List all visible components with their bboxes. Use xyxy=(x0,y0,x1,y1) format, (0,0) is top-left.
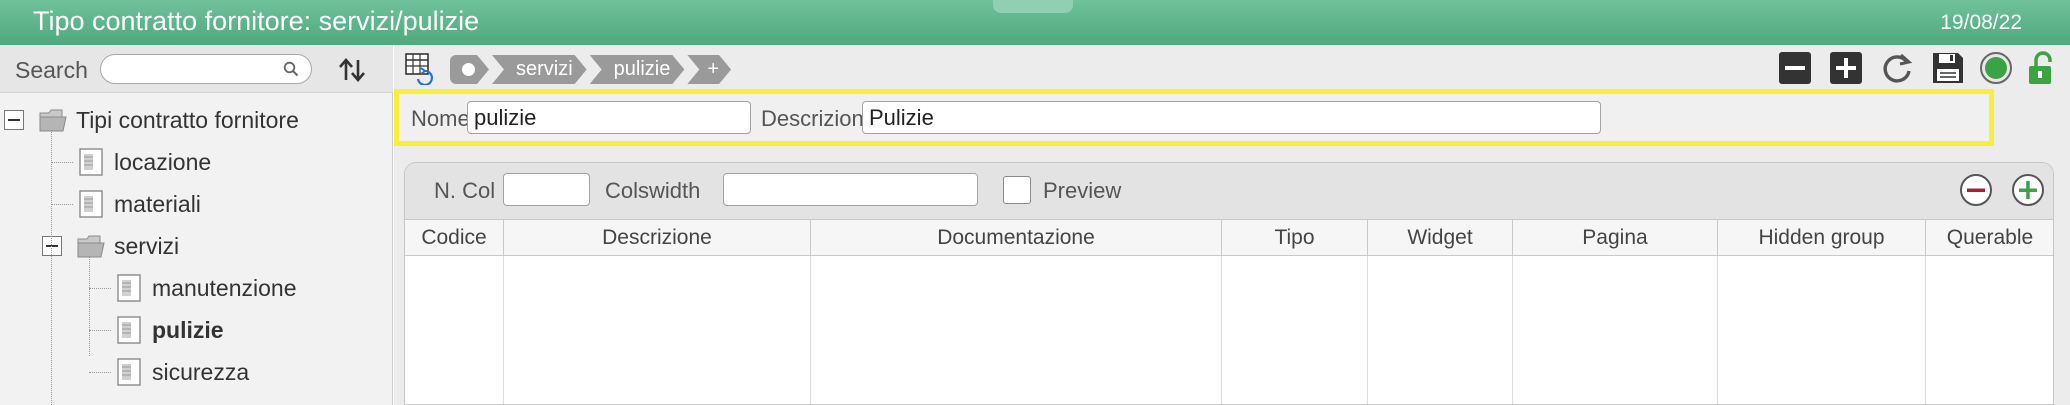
tree-connector xyxy=(89,256,90,356)
tree-node[interactable]: materiali xyxy=(114,187,201,221)
tree-node-label: sicurezza xyxy=(152,358,250,385)
tree-connector xyxy=(51,162,73,163)
tree-node[interactable]: servizi xyxy=(114,229,179,263)
save-icon[interactable] xyxy=(1931,51,1965,85)
minus-square-icon[interactable] xyxy=(1778,51,1812,85)
document-icon xyxy=(117,274,141,302)
unlock-icon[interactable] xyxy=(2024,51,2058,85)
plus-square-icon[interactable] xyxy=(1829,51,1863,85)
grid-header: N. Col Colswidth Preview xyxy=(405,163,2053,220)
column-cell-area xyxy=(1368,256,1513,404)
root-dot-icon xyxy=(462,63,475,76)
column-cell-area xyxy=(1222,256,1368,404)
tree-node-label: materiali xyxy=(114,190,201,217)
column-header[interactable]: Descrizione xyxy=(504,220,811,256)
tree-view: Tipi contratto fornitore locazione materia… xyxy=(0,93,393,405)
app-window: Tipo contratto fornitore: servizi/pulizi… xyxy=(0,0,2070,405)
nome-label: Nome xyxy=(411,106,470,131)
breadcrumb: servizi pulizie + xyxy=(450,55,734,84)
column-header[interactable]: Tipo xyxy=(1222,220,1368,256)
ncol-label: N. Col xyxy=(434,178,496,203)
breadcrumb-add-button[interactable]: + xyxy=(687,55,731,84)
column-cell-area xyxy=(504,256,811,404)
preview-checkbox[interactable] xyxy=(1003,176,1031,204)
document-icon xyxy=(79,190,103,218)
column-header[interactable]: Widget xyxy=(1368,220,1513,256)
column-header[interactable]: Codice xyxy=(405,220,504,256)
collapse-toggle-icon[interactable] xyxy=(4,110,24,130)
descrizione-label: Descrizione xyxy=(761,106,876,131)
tree-connector xyxy=(89,330,111,331)
column-header[interactable]: Hidden group xyxy=(1718,220,1926,256)
column-cell-area xyxy=(1513,256,1718,404)
tree-node-label: locazione xyxy=(114,148,212,175)
refresh-icon[interactable] xyxy=(1880,51,1914,85)
search-input[interactable] xyxy=(100,54,312,84)
main-panel: servizi pulizie + Nome pulizie Descrizio… xyxy=(394,45,2070,405)
search-icon[interactable] xyxy=(283,61,299,77)
tree-node-label: manutenzione xyxy=(152,274,297,301)
column-header[interactable]: Querable xyxy=(1926,220,2053,256)
tree-connector xyxy=(89,372,111,373)
nome-field[interactable] xyxy=(467,101,751,134)
tree-node[interactable]: pulizie xyxy=(152,313,224,347)
tree-node-label: Tipi contratto fornitore xyxy=(76,106,299,133)
status-dot-icon[interactable] xyxy=(1979,51,2013,85)
colswidth-field[interactable] xyxy=(723,173,978,206)
tree-node[interactable]: sicurezza xyxy=(152,355,249,389)
tree-connector xyxy=(51,130,52,405)
grid-column-headers: Codice Descrizione Documentazione Tipo Widge… xyxy=(405,220,2053,256)
breadcrumb-root[interactable] xyxy=(450,55,489,84)
tree-connector xyxy=(51,204,73,205)
title-bar: Tipo contratto fornitore: servizi/pulizi… xyxy=(0,0,2070,45)
columns-grid: N. Col Colswidth Preview Codice Descrizio… xyxy=(404,162,2054,405)
column-header[interactable]: Documentazione xyxy=(811,220,1222,256)
folder-icon xyxy=(77,235,105,258)
tree-node[interactable]: locazione xyxy=(114,145,211,179)
add-row-icon[interactable] xyxy=(2011,173,2045,207)
current-date: 19/08/22 xyxy=(1940,11,2022,34)
tree-node[interactable]: Tipi contratto fornitore xyxy=(76,103,299,137)
document-icon xyxy=(79,148,103,176)
sidebar: Search Tipi contratto fornitore locazione… xyxy=(0,45,393,405)
table-view-icon[interactable] xyxy=(404,51,436,85)
folder-icon xyxy=(39,109,67,132)
tree-node-label: pulizie xyxy=(152,316,224,343)
sort-icon[interactable] xyxy=(337,55,367,85)
breadcrumb-item-pulizie[interactable]: pulizie xyxy=(590,55,685,84)
window-title: Tipo contratto fornitore: servizi/pulizi… xyxy=(33,6,480,36)
toolbar: servizi pulizie + xyxy=(394,45,2070,89)
record-form: Nome Descrizione xyxy=(394,89,1994,146)
document-icon xyxy=(117,358,141,386)
column-cell-area xyxy=(811,256,1222,404)
document-icon xyxy=(117,316,141,344)
column-cell-area xyxy=(1926,256,2053,404)
search-label: Search xyxy=(15,57,88,83)
ncol-field[interactable] xyxy=(503,173,590,206)
collapse-toggle-icon[interactable] xyxy=(42,236,62,256)
search-bar: Search xyxy=(0,45,393,93)
tree-node[interactable]: manutenzione xyxy=(152,271,297,305)
remove-row-icon[interactable] xyxy=(1959,173,1993,207)
tree-connector xyxy=(89,288,111,289)
breadcrumb-item-servizi[interactable]: servizi xyxy=(492,55,587,84)
column-header[interactable]: Pagina xyxy=(1513,220,1718,256)
drag-handle[interactable] xyxy=(993,0,1073,13)
tree-node-label: servizi xyxy=(114,232,180,259)
column-cell-area xyxy=(1718,256,1926,404)
preview-label: Preview xyxy=(1043,178,1122,203)
column-cell-area xyxy=(405,256,504,404)
descrizione-field[interactable] xyxy=(862,101,1601,134)
colswidth-label: Colswidth xyxy=(605,178,701,203)
